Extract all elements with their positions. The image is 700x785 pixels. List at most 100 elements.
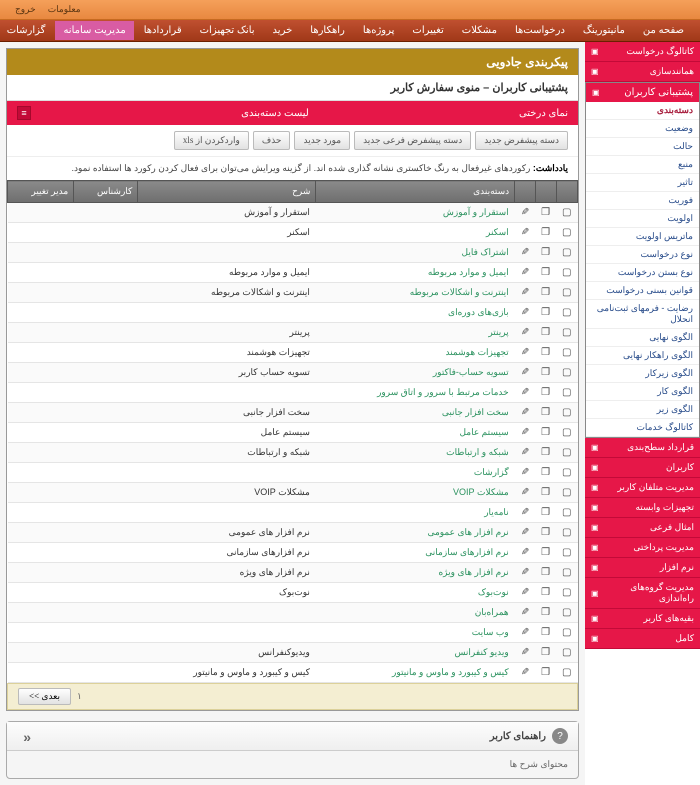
header-replication[interactable]: همانندسازی▣ bbox=[585, 62, 700, 82]
copy-icon[interactable] bbox=[535, 463, 556, 483]
copy-icon[interactable] bbox=[535, 263, 556, 283]
edit-icon[interactable] bbox=[515, 623, 535, 643]
copy-icon[interactable] bbox=[535, 443, 556, 463]
sidebar-link[interactable]: نوع درخواست bbox=[586, 246, 699, 264]
category-link[interactable]: نرم افزار های عمومی bbox=[427, 527, 508, 537]
category-link[interactable]: بازی‌های دوره‌ای bbox=[448, 307, 509, 317]
edit-icon[interactable] bbox=[515, 463, 535, 483]
copy-icon[interactable] bbox=[535, 383, 556, 403]
copy-icon[interactable] bbox=[535, 543, 556, 563]
sidebar-section[interactable]: بقیه‌های کاربر▣ bbox=[585, 609, 700, 629]
sidebar-section[interactable]: نرم افزار▣ bbox=[585, 558, 700, 578]
sidebar-link[interactable]: الگوی راهکار نهایی bbox=[586, 347, 699, 365]
copy-icon[interactable] bbox=[535, 523, 556, 543]
sidebar-link[interactable]: حالت bbox=[586, 138, 699, 156]
topbar-info[interactable]: معلومات bbox=[48, 4, 81, 15]
checkbox[interactable] bbox=[556, 343, 577, 363]
collapse-icon[interactable]: ≡ bbox=[17, 106, 31, 120]
nav-item[interactable]: مانیتورینگ bbox=[575, 21, 633, 40]
checkbox[interactable] bbox=[556, 563, 577, 583]
checkbox[interactable] bbox=[556, 403, 577, 423]
category-link[interactable]: استقرار و آموزش bbox=[443, 207, 509, 217]
edit-icon[interactable] bbox=[515, 203, 535, 223]
copy-icon[interactable] bbox=[535, 283, 556, 303]
sidebar-link[interactable]: دسته‌بندی bbox=[586, 102, 699, 120]
checkbox[interactable] bbox=[556, 423, 577, 443]
edit-icon[interactable] bbox=[515, 663, 535, 683]
category-link[interactable]: تسویه حساب-فاکتور bbox=[433, 367, 509, 377]
edit-icon[interactable] bbox=[515, 363, 535, 383]
sidebar-section[interactable]: کامل▣ bbox=[585, 629, 700, 649]
sidebar-link[interactable]: الگوی کار bbox=[586, 383, 699, 401]
toolbar-button[interactable]: مورد جدید bbox=[294, 131, 350, 150]
checkbox[interactable] bbox=[556, 463, 577, 483]
help-head[interactable]: ? راهنمای کاربر « bbox=[7, 722, 578, 751]
nav-item[interactable]: مشکلات bbox=[454, 21, 505, 40]
sidebar-link[interactable]: اولویت bbox=[586, 210, 699, 228]
edit-icon[interactable] bbox=[515, 383, 535, 403]
nav-item[interactable]: مدیریت سامانه bbox=[55, 21, 133, 40]
panel-tree-view[interactable]: نمای درختی bbox=[519, 108, 568, 119]
topbar-exit[interactable]: خروج bbox=[15, 4, 36, 15]
edit-icon[interactable] bbox=[515, 523, 535, 543]
sidebar-link[interactable]: تاثیر bbox=[586, 174, 699, 192]
category-link[interactable]: نامه‌یار bbox=[484, 507, 509, 517]
sidebar-link[interactable]: الگوی نهایی bbox=[586, 329, 699, 347]
checkbox[interactable] bbox=[556, 303, 577, 323]
sidebar-link[interactable]: الگوی زیرکار bbox=[586, 365, 699, 383]
checkbox[interactable] bbox=[556, 323, 577, 343]
edit-icon[interactable] bbox=[515, 503, 535, 523]
edit-icon[interactable] bbox=[515, 243, 535, 263]
category-link[interactable]: گزارشات bbox=[474, 467, 509, 477]
sidebar-support-head[interactable]: پشتیبانی کاربران ▣ bbox=[586, 83, 699, 102]
nav-item[interactable]: بانک تجهیزات bbox=[192, 21, 263, 40]
sidebar-link[interactable]: وضعیت bbox=[586, 120, 699, 138]
category-link[interactable]: سیستم عامل bbox=[459, 427, 508, 437]
sidebar-link[interactable]: منبع bbox=[586, 156, 699, 174]
copy-icon[interactable] bbox=[535, 403, 556, 423]
checkbox[interactable] bbox=[556, 543, 577, 563]
edit-icon[interactable] bbox=[515, 223, 535, 243]
next-button[interactable]: بعدی >> bbox=[18, 688, 71, 705]
nav-item[interactable]: راهکارها bbox=[302, 21, 353, 40]
sidebar-section[interactable]: مدیریت پرداختی▣ bbox=[585, 538, 700, 558]
edit-icon[interactable] bbox=[515, 643, 535, 663]
toolbar-button[interactable]: حذف bbox=[253, 131, 291, 150]
sidebar-link[interactable]: نوع بستن درخواست bbox=[586, 264, 699, 282]
checkbox[interactable] bbox=[556, 263, 577, 283]
nav-item[interactable]: خرید bbox=[265, 21, 301, 40]
checkbox[interactable] bbox=[556, 503, 577, 523]
category-link[interactable]: وب سایت bbox=[472, 627, 509, 637]
edit-icon[interactable] bbox=[515, 403, 535, 423]
sidebar-link[interactable]: قوانین بسنی درخواست bbox=[586, 282, 699, 300]
copy-icon[interactable] bbox=[535, 343, 556, 363]
copy-icon[interactable] bbox=[535, 603, 556, 623]
toolbar-button[interactable]: دسته پیشفرض جدید bbox=[475, 131, 568, 150]
copy-icon[interactable] bbox=[535, 663, 556, 683]
toolbar-button[interactable]: دسته پیشفرض فرعی جدید bbox=[354, 131, 471, 150]
sidebar-section[interactable]: مدیریت متلفان کاربر▣ bbox=[585, 478, 700, 498]
copy-icon[interactable] bbox=[535, 563, 556, 583]
sidebar-link[interactable]: فوریت bbox=[586, 192, 699, 210]
checkbox[interactable] bbox=[556, 663, 577, 683]
copy-icon[interactable] bbox=[535, 503, 556, 523]
checkbox[interactable] bbox=[556, 643, 577, 663]
copy-icon[interactable] bbox=[535, 243, 556, 263]
copy-icon[interactable] bbox=[535, 323, 556, 343]
nav-item[interactable]: گزارشات bbox=[0, 21, 53, 40]
sidebar-link[interactable]: کاتالوگ خدمات bbox=[586, 419, 699, 437]
nav-item[interactable]: تغییرات bbox=[404, 21, 451, 40]
edit-icon[interactable] bbox=[515, 263, 535, 283]
edit-icon[interactable] bbox=[515, 283, 535, 303]
checkbox[interactable] bbox=[556, 483, 577, 503]
nav-item[interactable]: پروژه‌ها bbox=[355, 21, 403, 40]
category-link[interactable]: ایمیل و موارد مربوطه bbox=[428, 267, 509, 277]
header-catalog[interactable]: کاتالوگ درخواست▣ bbox=[585, 42, 700, 62]
sidebar-link[interactable]: رضایت - فرمهای ثبت‌نامی انحلال bbox=[586, 300, 699, 329]
checkbox[interactable] bbox=[556, 243, 577, 263]
sidebar-link[interactable]: الگوی زیر bbox=[586, 401, 699, 419]
edit-icon[interactable] bbox=[515, 423, 535, 443]
checkbox[interactable] bbox=[556, 203, 577, 223]
category-link[interactable]: نوت‌بوک bbox=[478, 587, 509, 597]
category-link[interactable]: پرینتر bbox=[488, 327, 508, 337]
